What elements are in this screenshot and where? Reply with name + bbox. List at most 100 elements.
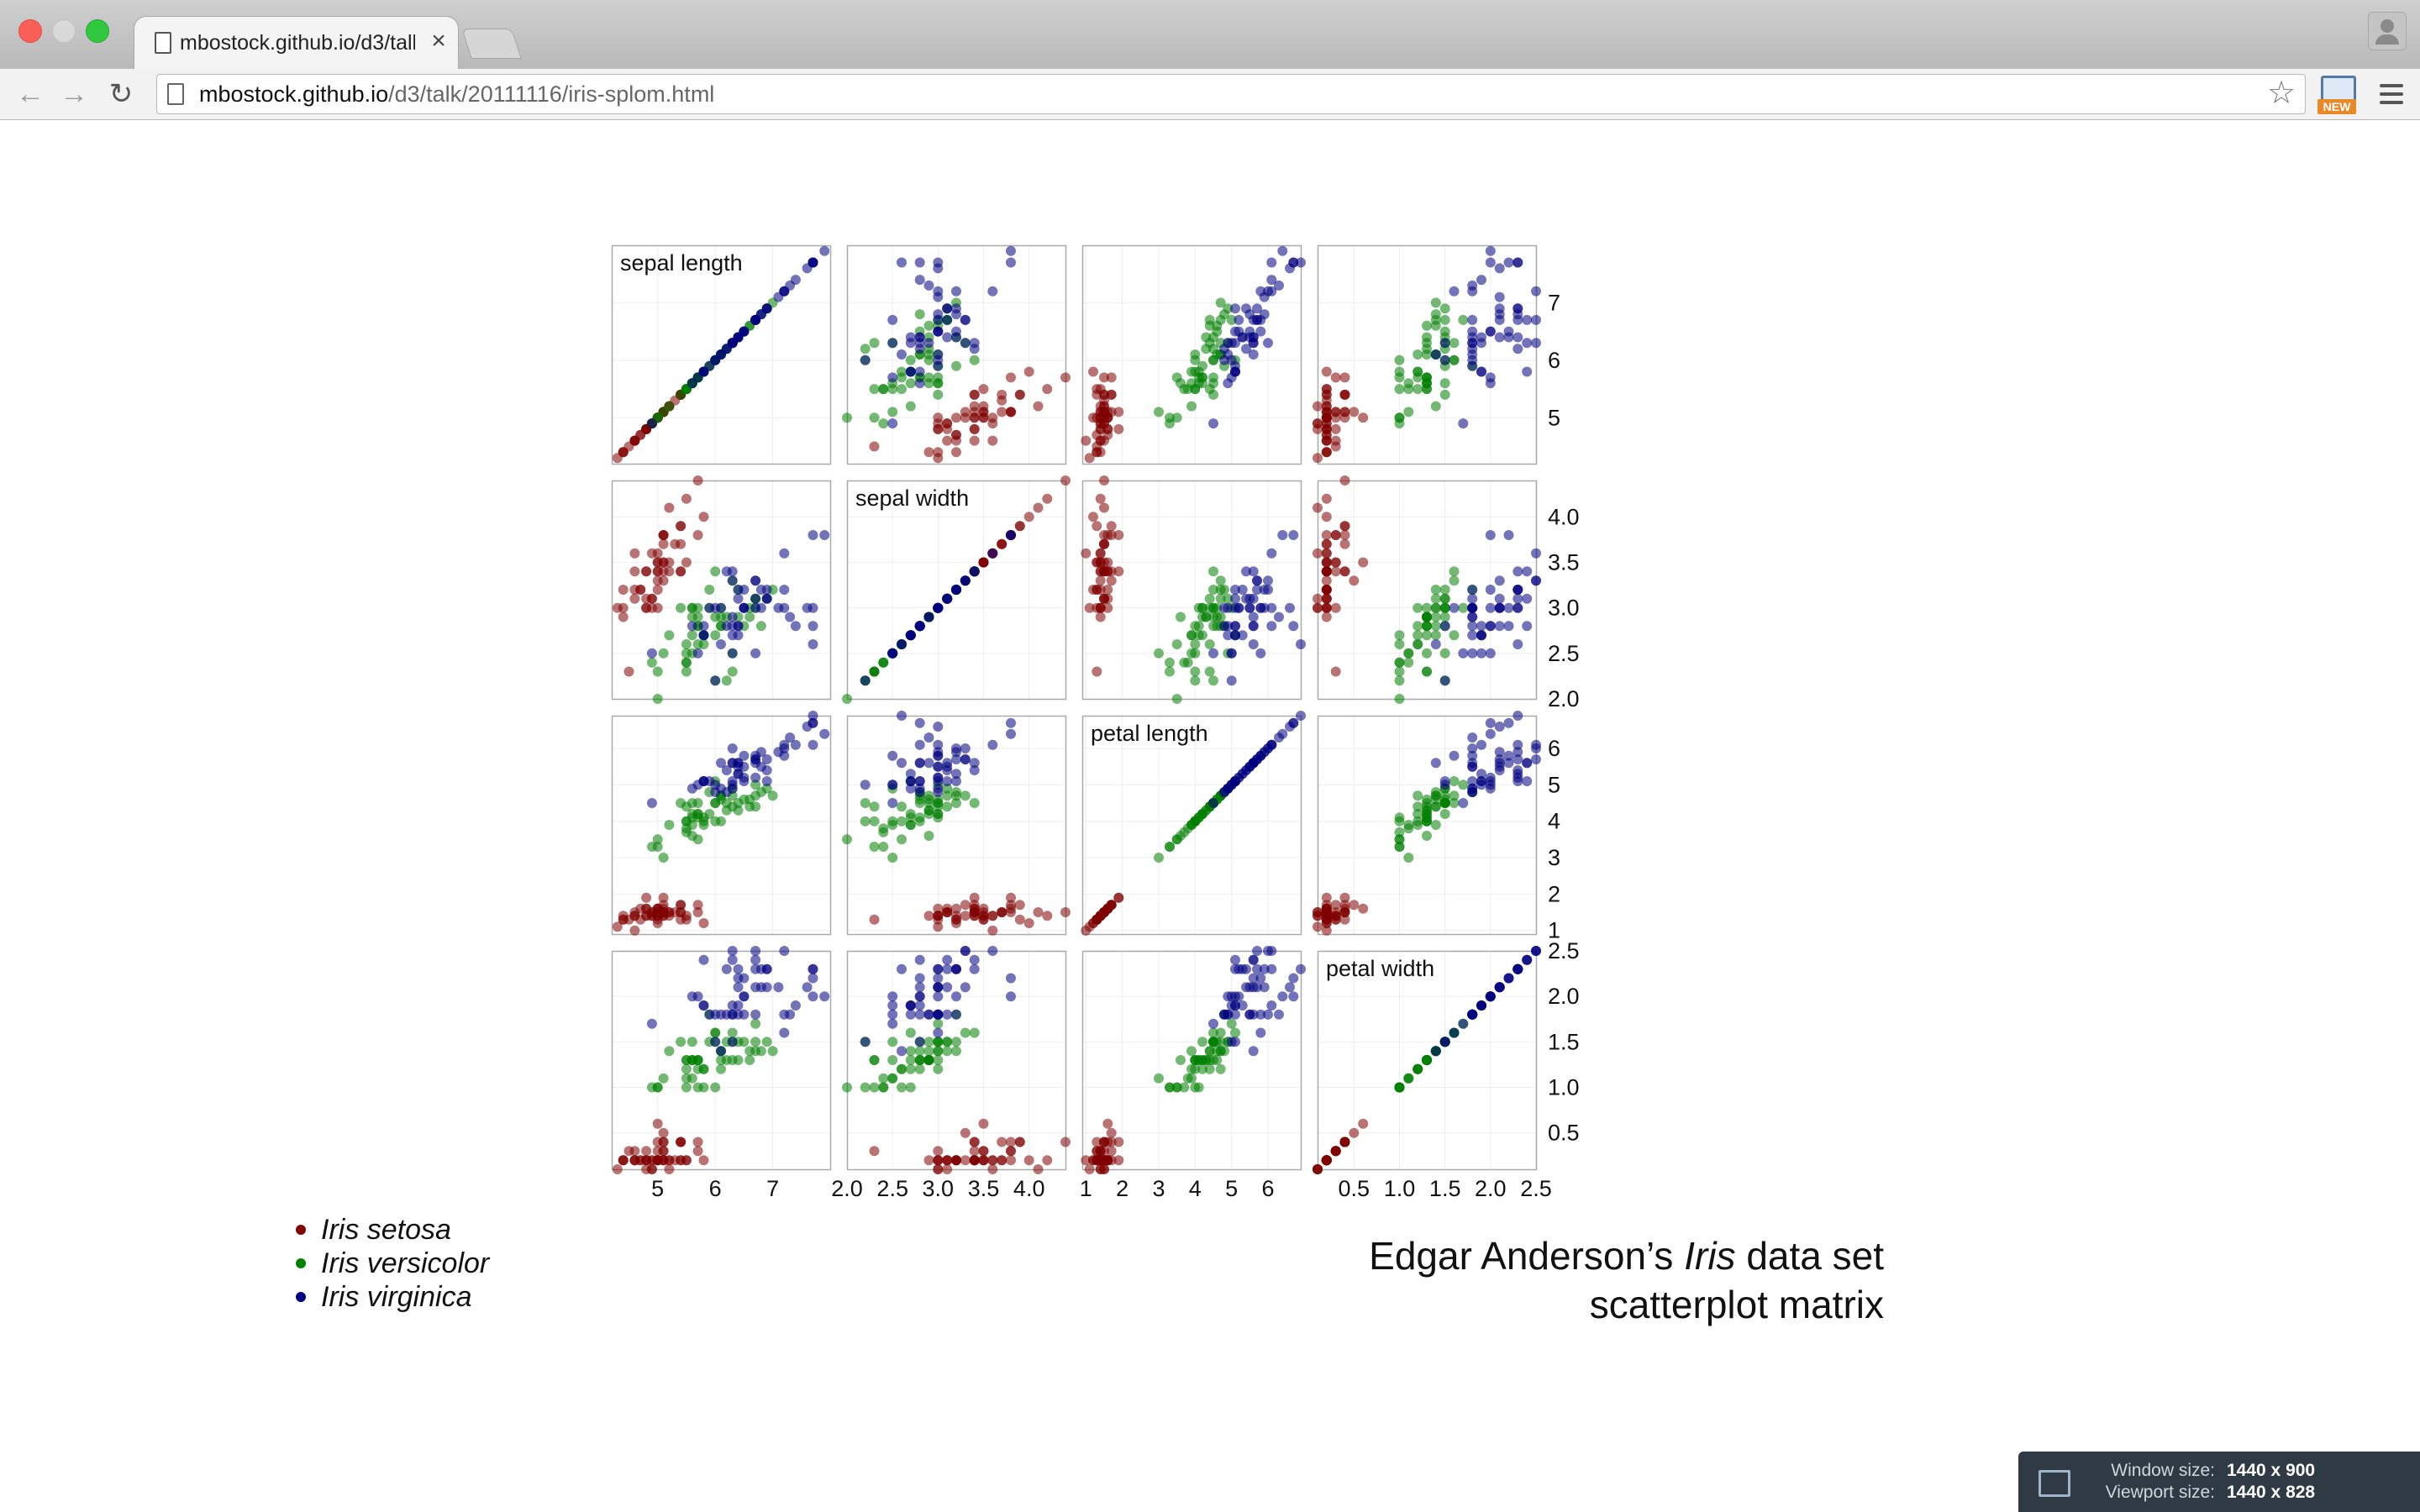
point-series-0 [951,1155,961,1166]
url-text[interactable]: mbostock.github.io/d3/talk/20111116/iris… [199,75,714,113]
point-series-1 [942,801,953,812]
point-series-2 [1296,639,1306,649]
point-series-2 [905,366,916,377]
new-tab-button[interactable] [461,29,522,59]
point-series-0 [942,1155,953,1166]
point-series-0 [1113,530,1124,540]
point-series-0 [960,1155,971,1166]
point-series-0 [646,548,657,559]
point-series-2 [923,612,934,622]
point-series-2 [1252,946,1262,956]
point-series-2 [1244,332,1255,343]
point-series-2 [1467,761,1478,772]
tab-iris-splom[interactable]: mbostock.github.io/d3/talk/20111116/iris… [134,17,458,69]
point-series-0 [933,447,944,458]
point-series-1 [1422,812,1432,823]
point-series-1 [664,1046,675,1057]
point-series-0 [1060,475,1071,486]
point-series-0 [869,441,880,452]
close-icon[interactable]: × [427,27,450,55]
y-tick-label: 4 [1548,809,1560,834]
cell-3-0 [611,946,832,1174]
point-series-2 [1234,314,1244,325]
hamburger-menu-icon[interactable] [2375,77,2408,111]
point-series-2 [1476,621,1486,632]
point-series-1 [716,1063,726,1074]
point-series-2 [897,257,907,268]
forward-arrow-icon[interactable]: → [57,77,91,111]
point-series-0 [692,475,703,486]
point-series-2 [1252,575,1262,586]
point-series-1 [933,1063,944,1074]
point-series-2 [1439,621,1450,632]
point-series-1 [658,407,669,417]
point-series-1 [710,630,721,641]
point-series-2 [914,954,925,965]
point-series-1 [1208,1027,1218,1038]
cell-1-3 [1313,475,1541,704]
point-series-2 [933,973,944,984]
point-series-0 [652,602,663,613]
point-series-1 [1212,1046,1223,1057]
cell-0-3 [1313,244,1541,465]
point-series-0 [641,911,652,921]
point-series-1 [1193,621,1204,632]
point-series-2 [1230,303,1240,314]
x-tick-label: 5 [651,1176,664,1201]
back-arrow-icon[interactable]: ← [13,77,47,111]
point-series-1 [897,1082,907,1093]
point-series-1 [1439,389,1450,400]
point-series-2 [1503,717,1514,728]
point-series-2 [1208,798,1218,808]
point-series-1 [842,694,852,704]
point-series-2 [1006,973,1016,984]
point-series-1 [658,648,669,659]
point-series-1 [887,407,898,417]
minimize-window-button[interactable] [52,19,76,43]
point-series-0 [960,911,971,921]
point-series-2 [1230,954,1240,965]
point-series-2 [779,585,790,595]
point-series-1 [887,1073,898,1084]
point-series-0 [1330,666,1341,677]
point-series-1 [761,1037,772,1047]
point-series-2 [710,1037,721,1047]
point-series-2 [1449,1027,1460,1038]
zoom-window-button[interactable] [86,19,109,43]
point-series-1 [1394,1082,1405,1093]
point-series-1 [933,389,944,400]
point-series-2 [1467,732,1478,743]
point-series-0 [1330,372,1341,383]
cell-0-0: sepal length [611,244,832,465]
point-series-2 [1503,332,1514,343]
point-series-0 [1113,1155,1124,1166]
close-window-button[interactable] [18,19,42,43]
address-bar[interactable]: mbostock.github.io/d3/talk/20111116/iris… [156,74,2306,114]
point-series-1 [960,790,971,801]
point-series-1 [767,1046,778,1057]
point-series-2 [1467,743,1478,753]
point-series-0 [960,900,971,911]
reload-icon[interactable]: ↻ [104,77,138,111]
point-series-2 [1476,739,1486,750]
point-series-2 [819,991,830,1002]
point-series-2 [739,602,750,613]
point-series-2 [1512,747,1523,758]
point-series-2 [923,280,934,291]
point-series-2 [905,1009,916,1020]
point-series-0 [1014,900,1025,911]
point-series-0 [698,1155,709,1166]
point-series-1 [1208,566,1218,577]
bookmark-star-icon[interactable]: ☆ [2265,76,2298,110]
point-series-1 [1458,602,1469,613]
profile-button[interactable] [2368,12,2407,50]
point-series-0 [969,1155,980,1166]
point-series-1 [1171,694,1182,704]
point-series-0 [1023,918,1034,928]
point-series-0 [1088,366,1098,377]
window-resizer-extension-button[interactable]: NEW [2316,72,2358,116]
point-series-2 [923,1009,934,1020]
point-series-1 [933,1055,944,1065]
point-series-0 [652,1155,663,1166]
point-series-2 [1252,314,1262,325]
